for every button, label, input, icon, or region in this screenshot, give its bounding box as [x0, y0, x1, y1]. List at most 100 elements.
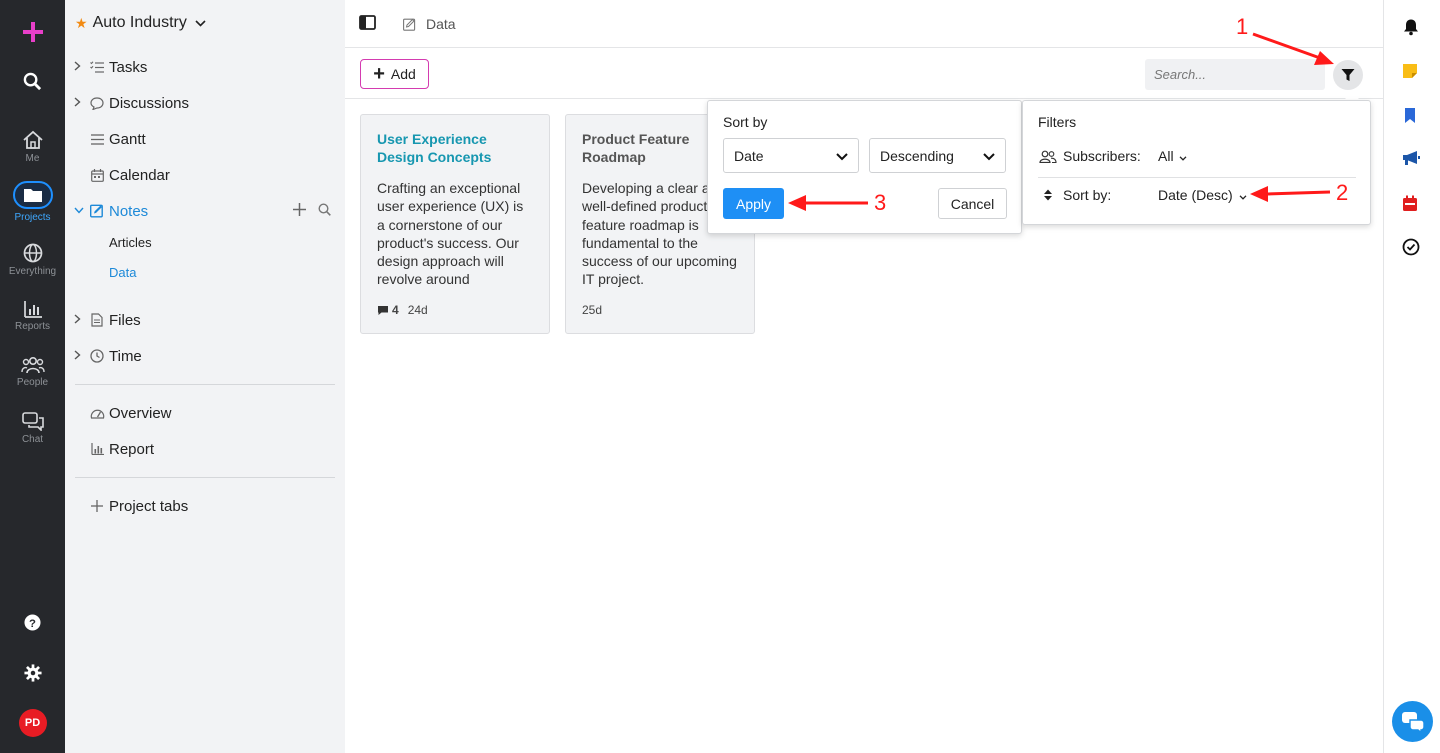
- note-card-meta: 4 24d: [377, 303, 428, 317]
- chevron-right-icon[interactable]: [74, 313, 88, 327]
- nav-label: Time: [109, 347, 142, 365]
- sticky-note-icon: [1403, 64, 1417, 78]
- notes-icon: [89, 203, 105, 219]
- nav-item-files[interactable]: Files: [65, 307, 345, 333]
- sort-popover: Sort by Date Descending Apply Cancel: [707, 100, 1022, 234]
- sort-icon: [1044, 189, 1052, 201]
- project-nav: ★ Auto Industry Tasks Discussions Gantt …: [65, 0, 345, 753]
- rail-label: Me: [25, 153, 40, 164]
- people-icon: [1039, 150, 1057, 163]
- filter-popover-heading: Filters: [1038, 114, 1077, 130]
- nav-item-overview[interactable]: Overview: [65, 400, 345, 426]
- toolbar: + Add: [345, 49, 1383, 99]
- help-button[interactable]: ?: [0, 614, 65, 631]
- note-card-age: 25d: [582, 303, 603, 317]
- user-avatar[interactable]: PD: [0, 709, 65, 737]
- nav-item-tasks[interactable]: Tasks: [65, 54, 345, 80]
- rail-item-projects[interactable]: Projects: [0, 181, 65, 223]
- rail-item-people[interactable]: People: [0, 356, 65, 388]
- announcements-button[interactable]: [1402, 150, 1421, 171]
- comment-count: 4: [377, 303, 399, 317]
- sticky-notes-button[interactable]: [1402, 63, 1418, 84]
- nav-label: Files: [109, 311, 141, 329]
- breadcrumb-current: Data: [426, 16, 456, 32]
- live-chat-button[interactable]: [1392, 701, 1433, 742]
- discussion-icon: [89, 95, 105, 111]
- bookmarks-button[interactable]: [1402, 107, 1418, 129]
- plus-icon: [89, 498, 105, 514]
- nav-item-calendar[interactable]: Calendar: [65, 162, 345, 188]
- comment-icon: [378, 305, 388, 315]
- people-icon: [20, 356, 45, 374]
- timer-button[interactable]: [1402, 238, 1420, 261]
- note-card-age: 24d: [407, 303, 428, 317]
- sort-field-select[interactable]: Date: [723, 138, 859, 173]
- apply-button[interactable]: Apply: [723, 188, 784, 219]
- create-button[interactable]: [0, 20, 65, 44]
- nav-item-gantt[interactable]: Gantt: [65, 126, 345, 152]
- sort-popover-heading: Sort by: [723, 114, 768, 130]
- annotation-label-1: 1: [1236, 14, 1249, 39]
- file-icon: [89, 312, 105, 328]
- note-card-title[interactable]: User Experience Design Concepts: [377, 130, 533, 166]
- chevron-right-icon[interactable]: [74, 96, 88, 110]
- bell-icon: [1404, 19, 1418, 36]
- plus-icon: [293, 202, 306, 216]
- filter-button[interactable]: [1333, 60, 1363, 90]
- globe-icon: [23, 243, 42, 263]
- note-card[interactable]: User Experience Design Concepts Crafting…: [360, 114, 550, 334]
- sort-field-value: Date: [734, 147, 764, 164]
- app-rail: Me Projects Everything Reports People Ch…: [0, 0, 65, 753]
- chat-icon: [1401, 711, 1425, 733]
- search-input[interactable]: [1145, 59, 1325, 90]
- sortby-dropdown[interactable]: Date (Desc): [1158, 187, 1247, 203]
- note-icon: [403, 18, 416, 31]
- folder-icon: [23, 189, 42, 202]
- sort-order-value: Descending: [880, 147, 954, 164]
- rail-label: Projects: [14, 212, 51, 223]
- notifications-button[interactable]: [1402, 18, 1420, 41]
- clock-icon: [89, 348, 105, 364]
- filter-sortby-label: Sort by:: [1039, 187, 1111, 203]
- rail-label: Everything: [8, 266, 57, 277]
- nav-subitem-articles[interactable]: Articles: [109, 235, 152, 250]
- add-button[interactable]: + Add: [360, 59, 429, 89]
- nav-item-time[interactable]: Time: [65, 343, 345, 369]
- subscribers-dropdown[interactable]: All: [1158, 148, 1187, 164]
- rail-item-me[interactable]: Me: [0, 130, 65, 164]
- chevron-down-icon[interactable]: [74, 205, 88, 217]
- chevron-down-icon: [983, 148, 995, 164]
- filter-icon: [1341, 69, 1355, 81]
- rail-label: Chat: [21, 434, 44, 445]
- global-search-button[interactable]: [0, 72, 65, 91]
- nav-subitem-data[interactable]: Data: [109, 265, 136, 280]
- nav-item-project-tabs[interactable]: Project tabs: [65, 493, 345, 519]
- nav-item-report[interactable]: Report: [65, 436, 345, 462]
- dashboard-icon: [89, 405, 105, 421]
- calendar-icon: [89, 167, 105, 183]
- nav-label: Discussions: [109, 94, 190, 112]
- rail-label: Reports: [14, 321, 50, 332]
- add-button-label: Add: [390, 66, 416, 82]
- search-notes-button[interactable]: [318, 202, 331, 220]
- sort-order-select[interactable]: Descending: [869, 138, 1006, 173]
- project-switcher[interactable]: ★ Auto Industry: [75, 14, 206, 32]
- chevron-right-icon[interactable]: [74, 349, 88, 363]
- rail-item-reports[interactable]: Reports: [0, 300, 65, 332]
- add-note-button[interactable]: [293, 202, 306, 220]
- chevron-right-icon[interactable]: [74, 60, 88, 74]
- calendar-button[interactable]: [1402, 195, 1418, 217]
- sidebar-toggle-button[interactable]: [359, 15, 376, 35]
- settings-button[interactable]: [0, 664, 65, 682]
- svg-text:?: ?: [29, 618, 36, 630]
- plus-icon: [22, 22, 43, 42]
- gear-icon: [23, 664, 42, 682]
- rail-item-everything[interactable]: Everything: [0, 243, 65, 277]
- chevron-down-icon: [195, 16, 206, 30]
- gantt-icon: [89, 131, 105, 147]
- nav-divider: [75, 477, 335, 478]
- cancel-button[interactable]: Cancel: [938, 188, 1007, 219]
- rail-item-chat[interactable]: Chat: [0, 412, 65, 445]
- nav-item-discussions[interactable]: Discussions: [65, 90, 345, 116]
- nav-item-notes[interactable]: Notes: [65, 198, 345, 224]
